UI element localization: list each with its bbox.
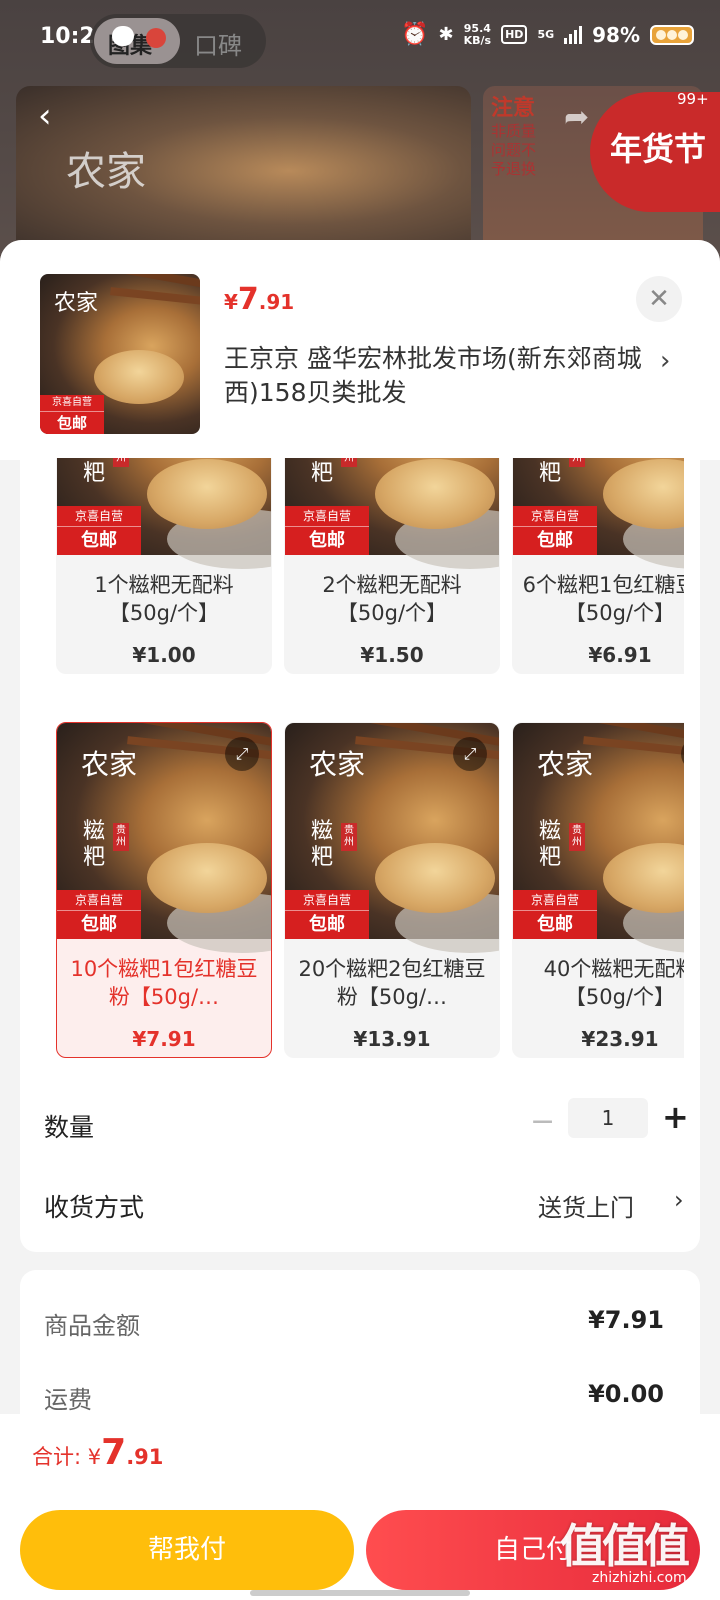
expand-icon[interactable]: ⤢ bbox=[453, 737, 487, 771]
art-brand-sub: 糍粑 bbox=[539, 458, 562, 486]
art-brand-sub: 糍粑 bbox=[539, 819, 562, 870]
shipping-value: 送货上门 bbox=[538, 1194, 634, 1222]
art-region: 贵州 bbox=[569, 823, 585, 851]
back-arrow-icon[interactable]: ‹ bbox=[38, 96, 52, 136]
art-brand-sub: 糍粑 bbox=[311, 819, 334, 870]
art-region: 贵州 bbox=[341, 458, 357, 467]
status-icons: ⏰ ✱ 95.4 KB/s HD 5G 98% bbox=[401, 22, 694, 47]
sku-price: ¥23.91 bbox=[581, 1027, 659, 1051]
watermark-url: zhizhizhi.com bbox=[592, 1570, 687, 1586]
art-brand: 农家 bbox=[81, 748, 138, 781]
art-tag: 京喜自营 包邮 bbox=[513, 890, 597, 939]
shipping-row[interactable]: 收货方式 送货上门 › bbox=[44, 1174, 684, 1234]
sku-image: 农家糍粑贵州京喜自营包邮 bbox=[285, 458, 499, 569]
art-brand: 农家 bbox=[54, 291, 99, 316]
sku-option[interactable]: 农家糍粑贵州京喜自营包邮6个糍粑1包红糖豆粉【50g/个】¥6.91 bbox=[512, 458, 684, 674]
sku-option[interactable]: 农家糍粑贵州京喜自营包邮1个糍粑无配料【50g/个】¥1.00 bbox=[56, 458, 272, 674]
quantity-label: 数量 bbox=[44, 1113, 95, 1142]
network-type: 5G bbox=[537, 27, 555, 41]
sku-panel: 农家糍粑贵州京喜自营包邮1个糍粑无配料【50g/个】¥1.00农家糍粑贵州京喜自… bbox=[20, 458, 700, 1252]
sku-price: ¥1.00 bbox=[132, 643, 196, 667]
sku-name: 1个糍粑无配料【50g/个】 bbox=[94, 573, 234, 625]
art-tag: 京喜自营 包邮 bbox=[513, 506, 597, 555]
battery-percent: 98% bbox=[592, 22, 640, 47]
sku-grid[interactable]: 农家糍粑贵州京喜自营包邮1个糍粑无配料【50g/个】¥1.00农家糍粑贵州京喜自… bbox=[56, 458, 684, 1068]
sku-image: 农家糍粑贵州京喜自营包邮 bbox=[513, 458, 684, 569]
sku-image: 农家糍粑贵州京喜自营包邮 ⤢ bbox=[285, 723, 499, 953]
alarm-icon: ⏰ bbox=[401, 22, 429, 47]
art-tag: 京喜自营 包邮 bbox=[285, 506, 369, 555]
product-thumbnail[interactable]: 农家 京喜自营 包邮 bbox=[40, 274, 200, 434]
art-region: 贵州 bbox=[341, 823, 357, 851]
sku-option[interactable]: 农家糍粑贵州京喜自营包邮⤢40个糍粑无配料【50g/个】¥23.91 bbox=[512, 722, 684, 1058]
sku-name: 10个糍粑1包红糖豆粉【50g/… bbox=[70, 957, 258, 1009]
sku-image: 农家糍粑贵州京喜自营包邮 ⤢ bbox=[57, 723, 271, 953]
festival-badge: 99+ bbox=[677, 90, 709, 108]
signal-icon bbox=[564, 25, 583, 44]
bluetooth-icon: ✱ bbox=[438, 24, 454, 45]
message-notification-icon bbox=[112, 26, 134, 46]
watermark-logo: 值值值 bbox=[560, 1519, 690, 1573]
hd-badge: HD bbox=[501, 25, 528, 44]
sku-name: 6个糍粑1包红糖豆粉【50g/个】 bbox=[522, 573, 684, 625]
store-name[interactable]: 王京京 盛华宏林批发市场(新东郊商城西)158贝类批发 bbox=[224, 342, 644, 410]
battery-icon bbox=[650, 24, 694, 45]
home-indicator[interactable] bbox=[250, 1590, 470, 1596]
art-tag: 京喜自营 包邮 bbox=[57, 506, 141, 555]
product-image: 农家 京喜自营 包邮 bbox=[40, 274, 200, 434]
art-brand-sub: 糍粑 bbox=[83, 819, 106, 870]
help-pay-button[interactable]: 帮我付 bbox=[20, 1510, 354, 1590]
plus-button[interactable]: + bbox=[662, 1098, 689, 1136]
shipping-label: 收货方式 bbox=[44, 1193, 145, 1222]
sku-price: ¥6.91 bbox=[588, 643, 652, 667]
sku-image: 农家糍粑贵州京喜自营包邮⤢ bbox=[513, 723, 684, 953]
art-brand: 农家 bbox=[309, 748, 366, 781]
close-icon[interactable]: ✕ bbox=[636, 276, 682, 322]
share-icon[interactable]: ➦ bbox=[564, 100, 589, 135]
notice-title: 注意 bbox=[491, 95, 536, 121]
sku-name: 20个糍粑2包红糖豆粉【50g/… bbox=[298, 957, 486, 1009]
sku-selection-sheet: 农家 京喜自营 包邮 ¥7.91 ✕ 王京京 盛华宏林批发市场(新东郊商城西)1… bbox=[0, 240, 720, 1600]
art-brand-sub: 糍粑 bbox=[311, 458, 334, 486]
art-region: 贵州 bbox=[569, 458, 585, 467]
quantity-input[interactable]: 1 bbox=[568, 1098, 648, 1138]
quantity-row: 数量 − 1 + bbox=[44, 1094, 689, 1154]
background-product-image: 农家 bbox=[16, 86, 471, 256]
festival-banner[interactable]: 年货节 bbox=[590, 92, 720, 212]
total-price: 合计: ¥7.91 bbox=[32, 1432, 164, 1473]
selected-price: ¥7.91 bbox=[224, 282, 295, 317]
sku-option[interactable]: 农家糍粑贵州京喜自营包邮2个糍粑无配料【50g/个】¥1.50 bbox=[284, 458, 500, 674]
background-brand-text: 农家 bbox=[66, 149, 146, 195]
art-brand: 农家 bbox=[537, 748, 594, 781]
sku-image: 农家糍粑贵州京喜自营包邮 bbox=[57, 458, 271, 569]
chevron-right-icon[interactable]: › bbox=[660, 346, 670, 376]
app-notification-icon bbox=[146, 28, 166, 48]
sheet-header: 农家 京喜自营 包邮 ¥7.91 ✕ 王京京 盛华宏林批发市场(新东郊商城西)1… bbox=[0, 240, 720, 460]
sku-name: 40个糍粑无配料【50g/个】 bbox=[543, 957, 684, 1009]
network-speed: 95.4 KB/s bbox=[463, 21, 492, 47]
status-bar: 10:28 图集 口碑 ⏰ ✱ 95.4 KB/s HD 5G 98% bbox=[0, 0, 720, 76]
sku-price: ¥7.91 bbox=[132, 1027, 196, 1051]
minus-button[interactable]: − bbox=[530, 1104, 555, 1139]
art-tag: 京喜自营 包邮 bbox=[57, 890, 141, 939]
expand-icon[interactable]: ⤢ bbox=[225, 737, 259, 771]
notice-subtitle: 非质量问题不予退换 bbox=[491, 122, 537, 178]
art-brand-sub: 糍粑 bbox=[83, 458, 106, 486]
tab-reviews[interactable]: 口碑 bbox=[194, 26, 242, 61]
art-tag: 京喜自营 包邮 bbox=[285, 890, 369, 939]
chevron-right-icon: › bbox=[674, 1186, 684, 1214]
sku-price: ¥13.91 bbox=[353, 1027, 431, 1051]
sku-option[interactable]: 农家糍粑 贵州京喜自营 包邮 ⤢ 20个糍粑2包红糖豆粉【50g/… ¥13.91 bbox=[284, 722, 500, 1058]
art-region: 贵州 bbox=[113, 458, 129, 467]
art-tag: 京喜自营 包邮 bbox=[40, 395, 104, 434]
sku-price: ¥1.50 bbox=[360, 643, 424, 667]
art-region: 贵州 bbox=[113, 823, 129, 851]
sku-name: 2个糍粑无配料【50g/个】 bbox=[322, 573, 462, 625]
sku-option[interactable]: 农家糍粑 贵州京喜自营 包邮 ⤢ 10个糍粑1包红糖豆粉【50g/… ¥7.91 bbox=[56, 722, 272, 1058]
